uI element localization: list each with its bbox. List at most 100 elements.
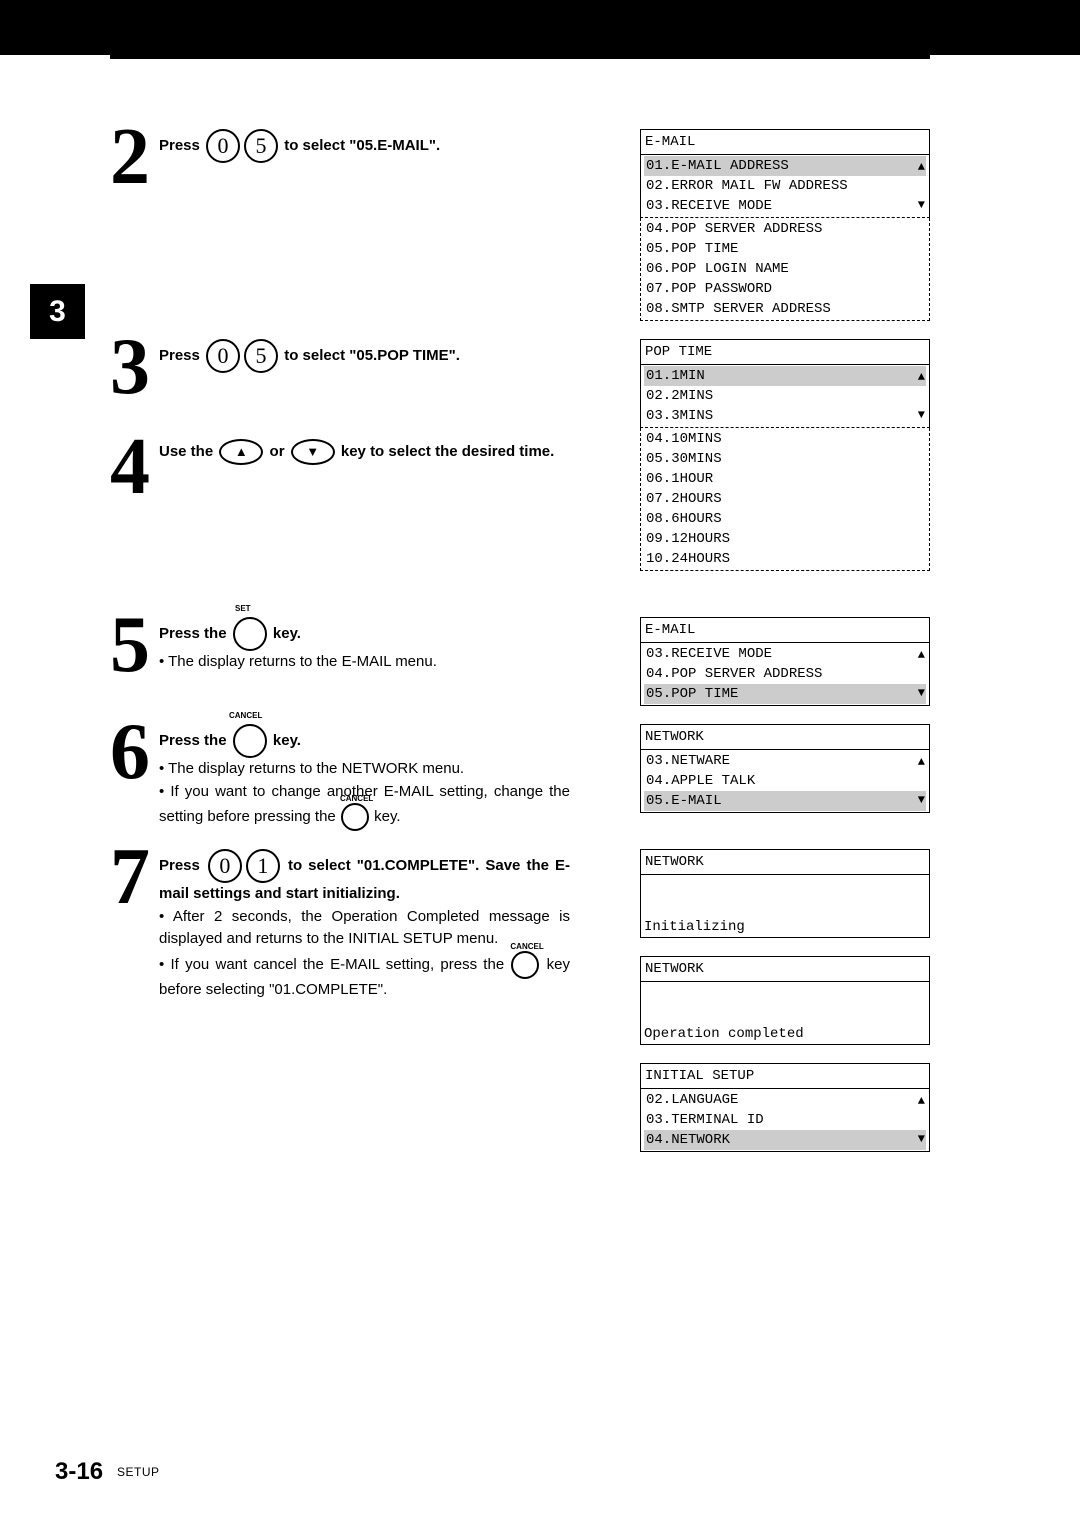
list-item: 09.12HOURS xyxy=(644,529,926,549)
text: Press the xyxy=(159,732,231,749)
list-item: 03.RECEIVE MODE xyxy=(644,644,926,664)
down-arrow-icon: ▼ xyxy=(918,790,925,810)
list-item: 04.APPLE TALK xyxy=(644,771,926,791)
text: • If you want cancel the E-MAIL setting,… xyxy=(159,955,510,972)
display-title: INITIAL SETUP xyxy=(640,1063,930,1088)
display-title: NETWORK xyxy=(640,956,930,981)
text: to select "05.POP TIME". xyxy=(284,347,460,364)
text: key. xyxy=(269,732,301,749)
key-5-icon: 5 xyxy=(244,339,278,373)
step-6: 6 CANCEL Press the key. • The display re… xyxy=(110,724,930,831)
header-bar xyxy=(0,0,1080,55)
bullet: • If you want to change another E-MAIL s… xyxy=(159,781,570,832)
list-item: 06.1HOUR xyxy=(644,469,926,489)
bullet: • If you want cancel the E-MAIL setting,… xyxy=(159,951,570,1002)
step-number: 5 xyxy=(110,613,155,677)
key-0-icon: 0 xyxy=(206,339,240,373)
list-item: 04.POP SERVER ADDRESS xyxy=(644,664,926,684)
text: key to select the desired time. xyxy=(337,443,555,460)
list-item: 01.E-MAIL ADDRESS xyxy=(644,156,926,176)
up-arrow-icon: ▲ xyxy=(918,367,925,387)
display-title: E-MAIL xyxy=(640,617,930,642)
step-number: 7 xyxy=(110,845,155,1001)
step-2: 2 Press 05 to select "05.E-MAIL". E-MAIL… xyxy=(110,129,930,321)
list-item: 04.POP SERVER ADDRESS xyxy=(644,219,926,239)
display-email2: E-MAIL 03.RECEIVE MODE 04.POP SERVER ADD… xyxy=(640,617,930,706)
text: Press the xyxy=(159,625,231,642)
section-label: SETUP xyxy=(117,1465,160,1479)
text: key. xyxy=(269,625,301,642)
list-item: 06.POP LOGIN NAME xyxy=(644,259,926,279)
display-body: 01.E-MAIL ADDRESS 02.ERROR MAIL FW ADDRE… xyxy=(640,154,930,218)
list-item: 03.NETWARE xyxy=(644,751,926,771)
list-item: 07.POP PASSWORD xyxy=(644,279,926,299)
down-arrow-icon: ▼ xyxy=(918,405,925,425)
display-poptime: POP TIME 01.1MIN 02.2MINS 03.3MINS ▲ ▼ 0… xyxy=(640,339,930,571)
display-extra: 04.POP SERVER ADDRESS 05.POP TIME 06.POP… xyxy=(640,218,930,321)
text: Press xyxy=(159,137,204,154)
key-1-icon: 1 xyxy=(246,849,280,883)
list-item: 03.3MINS xyxy=(644,406,926,426)
display-body: 02.LANGUAGE 03.TERMINAL ID 04.NETWORK ▲ … xyxy=(640,1088,930,1152)
key-label: CANCEL xyxy=(229,710,262,722)
list-item: 05.30MINS xyxy=(644,449,926,469)
down-arrow-icon: ▼ xyxy=(918,1129,925,1149)
step-number: 3 xyxy=(110,335,155,399)
list-item: 04.10MINS xyxy=(644,429,926,449)
footer: 3-16 SETUP xyxy=(55,1458,160,1486)
bullet: • The display returns to the E-MAIL menu… xyxy=(159,651,570,674)
key-label: CANCEL xyxy=(510,941,540,953)
display-email: E-MAIL 01.E-MAIL ADDRESS 02.ERROR MAIL F… xyxy=(640,129,930,321)
arrow-up-key-icon: ▲ xyxy=(219,439,263,465)
step-number: 4 xyxy=(110,435,155,499)
list-item: 02.2MINS xyxy=(644,386,926,406)
text: Press xyxy=(159,347,204,364)
bullet: • The display returns to the NETWORK men… xyxy=(159,758,570,781)
step-text: Press 05 to select "05.POP TIME". xyxy=(155,339,570,399)
down-arrow-icon: ▼ xyxy=(918,195,925,215)
list-item: 07.2HOURS xyxy=(644,489,926,509)
page-content: 3 2 Press 05 to select "05.E-MAIL". E-MA… xyxy=(110,55,930,1152)
key-0-icon: 0 xyxy=(206,129,240,163)
page-number: 3-16 xyxy=(55,1458,103,1486)
step-text: Press 05 to select "05.E-MAIL". xyxy=(155,129,570,189)
list-item: 02.ERROR MAIL FW ADDRESS xyxy=(644,176,926,196)
set-key-icon xyxy=(233,617,267,651)
display-column: NETWORK Initializing NETWORK Operation c… xyxy=(640,849,930,1152)
list-item: 03.RECEIVE MODE xyxy=(644,196,926,216)
display-body: 03.RECEIVE MODE 04.POP SERVER ADDRESS 05… xyxy=(640,642,930,706)
step-number: 6 xyxy=(110,720,155,831)
display-title: POP TIME xyxy=(640,339,930,364)
cancel-key-icon xyxy=(341,803,369,831)
display-title: NETWORK xyxy=(640,724,930,749)
text: Use the xyxy=(159,443,217,460)
display-network: NETWORK 03.NETWARE 04.APPLE TALK 05.E-MA… xyxy=(640,724,930,813)
down-arrow-icon: ▼ xyxy=(918,683,925,703)
step-text: Press 01 to select "01.COMPLETE". Save t… xyxy=(155,849,570,1001)
step-text: CANCEL Press the key. • The display retu… xyxy=(155,724,570,831)
step-7: 7 Press 01 to select "01.COMPLETE". Save… xyxy=(110,849,930,1152)
display-body: 01.1MIN 02.2MINS 03.3MINS ▲ ▼ xyxy=(640,364,930,428)
key-label: SET xyxy=(235,603,251,615)
chapter-tab: 3 xyxy=(30,284,85,339)
list-item: 04.NETWORK xyxy=(644,1130,926,1150)
step-text: Use the ▲ or ▼ key to select the desired… xyxy=(155,439,570,499)
up-arrow-icon: ▲ xyxy=(918,157,925,177)
up-arrow-icon: ▲ xyxy=(918,752,925,772)
list-item: 10.24HOURS xyxy=(644,549,926,569)
bullet: • After 2 seconds, the Operation Complet… xyxy=(159,906,570,951)
step-number: 2 xyxy=(110,125,155,189)
arrow-down-key-icon: ▼ xyxy=(291,439,335,465)
up-arrow-icon: ▲ xyxy=(918,645,925,665)
step-5: 5 SET Press the key. • The display retur… xyxy=(110,617,930,706)
display-title: NETWORK xyxy=(640,849,930,874)
cancel-key-icon xyxy=(233,724,267,758)
key-5-icon: 5 xyxy=(244,129,278,163)
list-item: 01.1MIN xyxy=(644,366,926,386)
list-item: 05.POP TIME xyxy=(644,239,926,259)
list-item: 05.POP TIME xyxy=(644,684,926,704)
cancel-key-icon xyxy=(511,951,539,979)
list-item: 02.LANGUAGE xyxy=(644,1090,926,1110)
list-item: 03.TERMINAL ID xyxy=(644,1110,926,1130)
step-text: SET Press the key. • The display returns… xyxy=(155,617,570,677)
